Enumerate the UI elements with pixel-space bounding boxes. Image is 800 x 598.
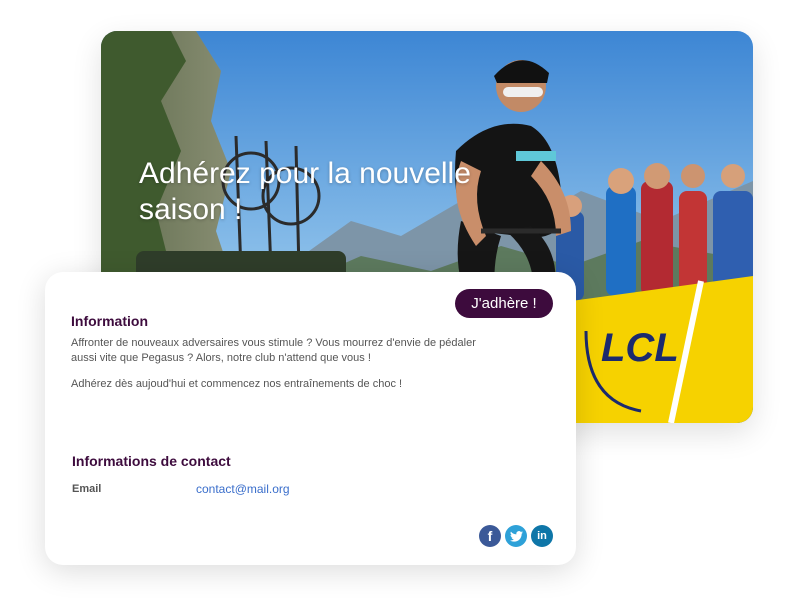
hero-title: Adhérez pour la nouvelle saison ! [139,157,471,226]
twitter-icon[interactable] [505,525,527,547]
email-link[interactable]: contact@mail.org [196,482,290,496]
information-paragraph-1: Affronter de nouveaux adversaires vous s… [71,337,476,364]
information-title: Information [71,313,148,329]
linkedin-glyph: in [537,530,547,542]
social-links: f in [479,525,553,547]
info-card: J'adhère ! Information Affronter de nouv… [45,272,576,565]
join-button[interactable]: J'adhère ! [455,289,553,318]
svg-text:LCL: LCL [601,326,679,370]
email-label: Email [72,483,102,495]
linkedin-icon[interactable]: in [531,525,553,547]
contact-title: Informations de contact [72,453,231,469]
page: LCL Adhérez pour la nouvelle saison ! J'… [0,0,800,598]
facebook-icon[interactable]: f [479,525,501,547]
twitter-bird-glyph [509,530,523,542]
information-paragraph-2: Adhérez dès aujoud'hui et commencez nos … [71,378,403,390]
facebook-glyph: f [487,528,493,544]
lcl-banner: LCL [571,276,753,423]
